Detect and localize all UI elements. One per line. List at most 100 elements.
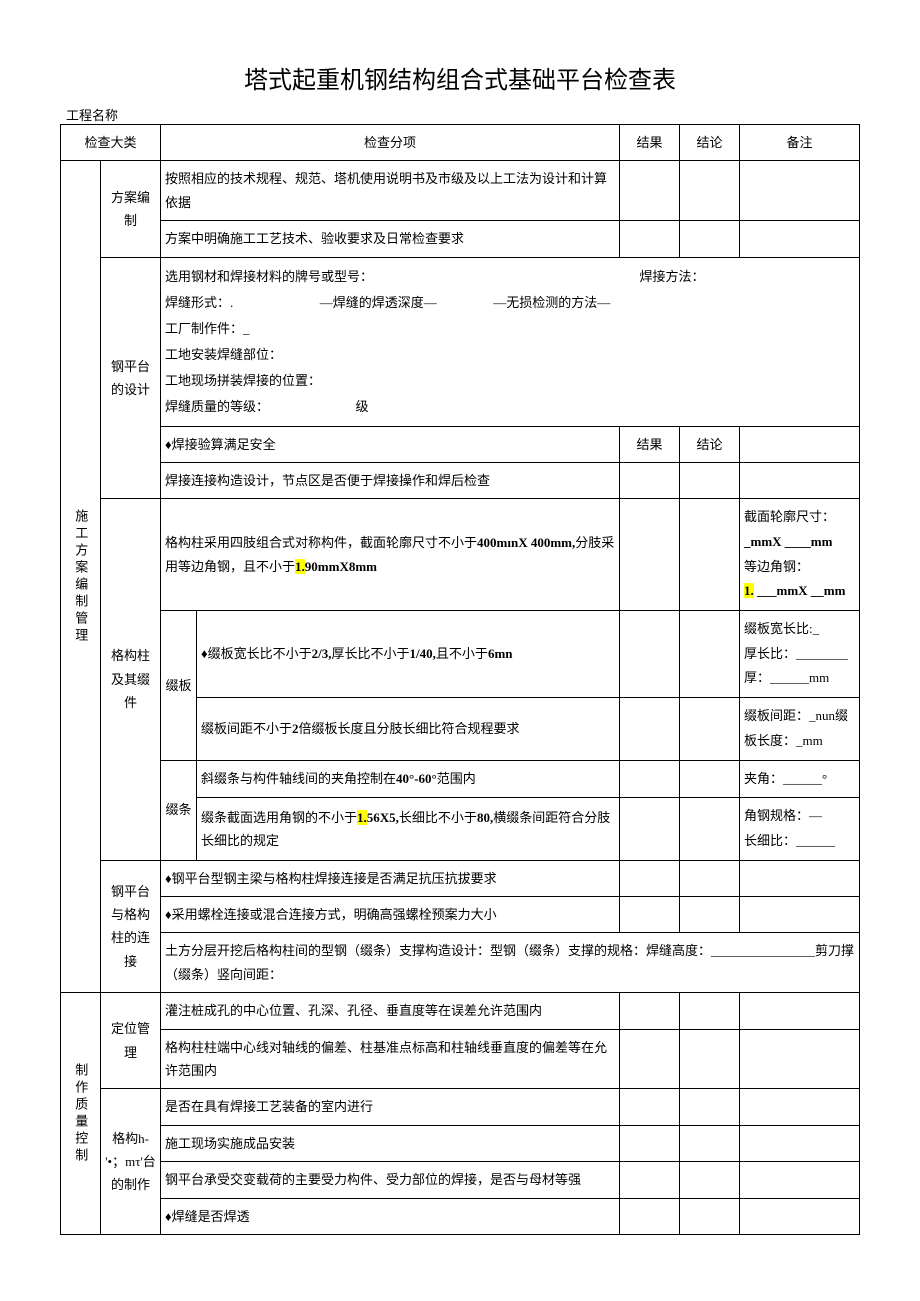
text: 选用钢材和焊接材料的牌号或型号： (165, 269, 373, 284)
result-cell[interactable] (620, 1162, 680, 1198)
result-cell[interactable] (620, 221, 680, 257)
text: 斜缀条与构件轴线间的夹角控制在 (201, 771, 396, 786)
note-cell[interactable] (740, 462, 860, 498)
check-item: 焊接连接构造设计，节点区是否便于焊接操作和焊后检查 (161, 462, 620, 498)
conclusion-cell[interactable] (680, 896, 740, 932)
table-row: 格构柱及其缀件 格构柱采用四肢组合式对称构件，截面轮廓尺寸不小于400mınX … (61, 499, 860, 611)
subgroup-plan: 方案编制 (101, 161, 161, 257)
project-name-label: 工程名称 (60, 105, 860, 124)
result-cell[interactable] (620, 760, 680, 798)
conclusion-cell[interactable] (680, 1029, 740, 1089)
note-cell: 缀板间距：_nun缀板长度：_mm (740, 698, 860, 760)
result-cell[interactable] (620, 698, 680, 760)
result-cell[interactable] (620, 1198, 680, 1234)
check-item: ♦焊缝是否焊透 (161, 1198, 620, 1234)
text: 倍缀板长度且分肢长细比符合规程要求 (299, 721, 520, 736)
text: 工地安装焊缝部位： (165, 342, 855, 368)
note-cell[interactable] (740, 1125, 860, 1161)
note-cell[interactable] (740, 1162, 860, 1198)
note-cell[interactable] (740, 221, 860, 257)
table-row: 制作质量控制 定位管理 灌注桩成孔的中心位置、孔深、孔径、垂直度等在误差允许范围… (61, 993, 860, 1029)
text: 且不小于 (436, 646, 488, 661)
check-item: 钢平台承受交变载荷的主要受力构件、受力部位的焊接，是否与母材等强 (161, 1162, 620, 1198)
text: 级 (356, 399, 369, 414)
subgroup-lattice: 格构柱及其缀件 (101, 499, 161, 860)
check-item: ♦焊接验算满足安全 (161, 426, 620, 462)
text: 焊缝质量的等级： (165, 399, 269, 414)
result-cell[interactable] (620, 896, 680, 932)
text: ♦缀板宽长比不小于 (201, 646, 312, 661)
table-row: 钢平台承受交变载荷的主要受力构件、受力部位的焊接，是否与母材等强 (61, 1162, 860, 1198)
text: 80, (477, 810, 493, 825)
check-item: 是否在具有焊接工艺装备的室内进行 (161, 1089, 620, 1125)
text: 焊缝形式：. (165, 295, 233, 310)
note-cell[interactable] (740, 426, 860, 462)
result-cell[interactable] (620, 1029, 680, 1089)
check-item: 缀条截面选用角钢的不小于1.56X5,长细比不小于80,横缀条间距符合分肢长细比… (197, 798, 620, 860)
result-cell[interactable] (620, 462, 680, 498)
check-item: 缀板间距不小于2倍缀板长度且分肢长细比符合规程要求 (197, 698, 620, 760)
note-cell[interactable] (740, 1089, 860, 1125)
text: 范围内 (437, 771, 476, 786)
conclusion-cell[interactable] (680, 611, 740, 698)
conclusion-cell[interactable] (680, 1089, 740, 1125)
header-result: 结果 (620, 125, 680, 161)
header-subitem: 检查分项 (161, 125, 620, 161)
conclusion-cell[interactable] (680, 1198, 740, 1234)
text: 90mmX8mm (305, 559, 377, 574)
conclusion-cell[interactable] (680, 860, 740, 896)
note-cell: 夹角：______° (740, 760, 860, 798)
subgroup-fabrication: 格构h-'•；mτ'台的制作 (101, 1089, 161, 1235)
conclusion-cell[interactable] (680, 1162, 740, 1198)
result-cell[interactable] (620, 860, 680, 896)
result-cell[interactable] (620, 798, 680, 860)
note-cell[interactable] (740, 161, 860, 221)
table-row: ♦焊接验算满足安全 结果 结论 (61, 426, 860, 462)
check-item: 施工现场实施成品安装 (161, 1125, 620, 1161)
table-row: 缀条 斜缀条与构件轴线间的夹角控制在40°-60°范围内 夹角：______° (61, 760, 860, 798)
note-cell[interactable] (740, 860, 860, 896)
conclusion-cell: 结论 (680, 426, 740, 462)
conclusion-cell[interactable] (680, 993, 740, 1029)
check-item: 格构柱采用四肢组合式对称构件，截面轮廓尺寸不小于400mınX 400mm,分肢… (161, 499, 620, 611)
result-cell[interactable] (620, 161, 680, 221)
conclusion-cell[interactable] (680, 161, 740, 221)
highlight-text: 1. (357, 810, 367, 825)
table-row: 钢平台与格构柱的连接 ♦钢平台型钢主梁与格构柱焊接连接是否满足抗压抗拔要求 (61, 860, 860, 896)
text: 等边角钢： (744, 555, 855, 580)
subgroup-steel-design: 钢平台的设计 (101, 257, 161, 499)
table-row: 施工方案编制管理 方案编制 按照相应的技术规程、规范、塔机使用说明书及市级及以上… (61, 161, 860, 221)
result-cell[interactable] (620, 993, 680, 1029)
check-item: 斜缀条与构件轴线间的夹角控制在40°-60°范围内 (197, 760, 620, 798)
table-row: 钢平台的设计 选用钢材和焊接材料的牌号或型号： 焊接方法： 焊缝形式：. —焊缝… (61, 257, 860, 426)
check-item: 格构柱柱端中心线对轴线的偏差、柱基准点标高和柱轴线垂直度的偏差等在允许范围内 (161, 1029, 620, 1089)
table-row: 缀板 ♦缀板宽长比不小于2/3,厚长比不小于1/40,且不小于6mn 缀板宽长比… (61, 611, 860, 698)
check-item: ♦钢平台型钢主梁与格构柱焊接连接是否满足抗压抗拔要求 (161, 860, 620, 896)
table-row: 焊接连接构造设计，节点区是否便于焊接操作和焊后检查 (61, 462, 860, 498)
text: 缀条截面选用角钢的不小于 (201, 810, 357, 825)
conclusion-cell[interactable] (680, 499, 740, 611)
text: 56X5, (367, 810, 399, 825)
note-cell: 角钢规格：— 长细比：______ (740, 798, 860, 860)
text: 厚长比不小于 (332, 646, 410, 661)
conclusion-cell[interactable] (680, 462, 740, 498)
check-item: 方案中明确施工工艺技术、验收要求及日常检查要求 (161, 221, 620, 257)
text: 400mınX 400mm, (477, 535, 575, 550)
check-item: 灌注桩成孔的中心位置、孔深、孔径、垂直度等在误差允许范围内 (161, 993, 620, 1029)
note-cell[interactable] (740, 896, 860, 932)
conclusion-cell[interactable] (680, 698, 740, 760)
conclusion-cell[interactable] (680, 221, 740, 257)
note-cell[interactable] (740, 993, 860, 1029)
result-cell[interactable] (620, 611, 680, 698)
conclusion-cell[interactable] (680, 1125, 740, 1161)
result-cell[interactable] (620, 1089, 680, 1125)
note-cell[interactable] (740, 1198, 860, 1234)
note-cell[interactable] (740, 1029, 860, 1089)
conclusion-cell[interactable] (680, 760, 740, 798)
text: —焊缝的焊透深度— (320, 295, 437, 310)
conclusion-cell[interactable] (680, 798, 740, 860)
result-cell[interactable] (620, 499, 680, 611)
table-row: ♦采用螺栓连接或混合连接方式，明确高强螺栓预案力大小 (61, 896, 860, 932)
table-row: 格构h-'•；mτ'台的制作 是否在具有焊接工艺装备的室内进行 (61, 1089, 860, 1125)
result-cell[interactable] (620, 1125, 680, 1161)
